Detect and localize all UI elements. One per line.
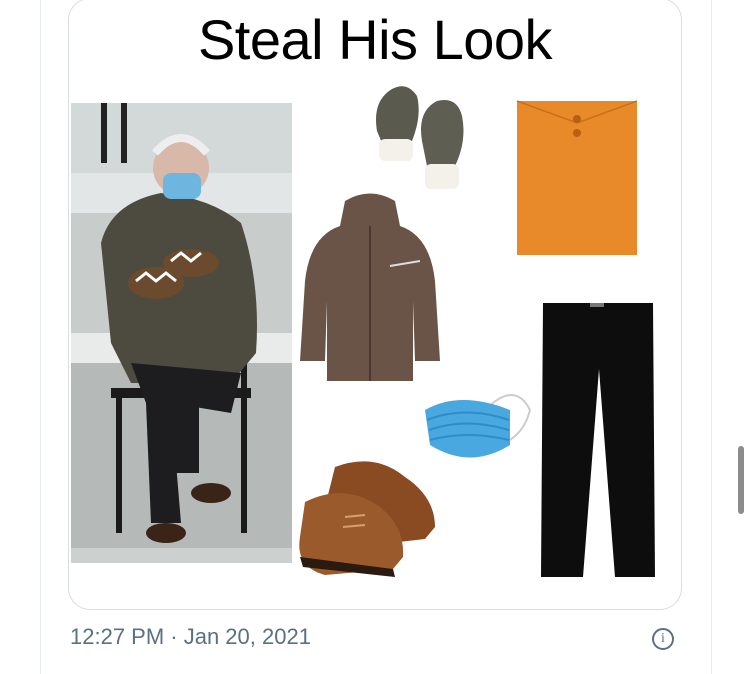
brogue-shoes-image <box>299 461 435 577</box>
scrollbar-thumb[interactable] <box>738 446 744 514</box>
parka-jacket-image <box>300 193 440 381</box>
black-trousers-image <box>541 303 655 577</box>
mittens-image <box>376 86 464 189</box>
info-icon[interactable]: i <box>652 628 674 650</box>
timeline-left-border <box>40 0 41 674</box>
seated-man-photo <box>71 103 292 563</box>
manila-envelope-image <box>516 100 638 255</box>
image-title: Steal His Look <box>197 8 553 71</box>
tweet-timestamp[interactable]: 12:27 PM · Jan 20, 2021 <box>70 624 311 650</box>
timeline-right-border <box>711 0 712 674</box>
tweet-image-card[interactable]: Steal His Look <box>68 0 682 610</box>
